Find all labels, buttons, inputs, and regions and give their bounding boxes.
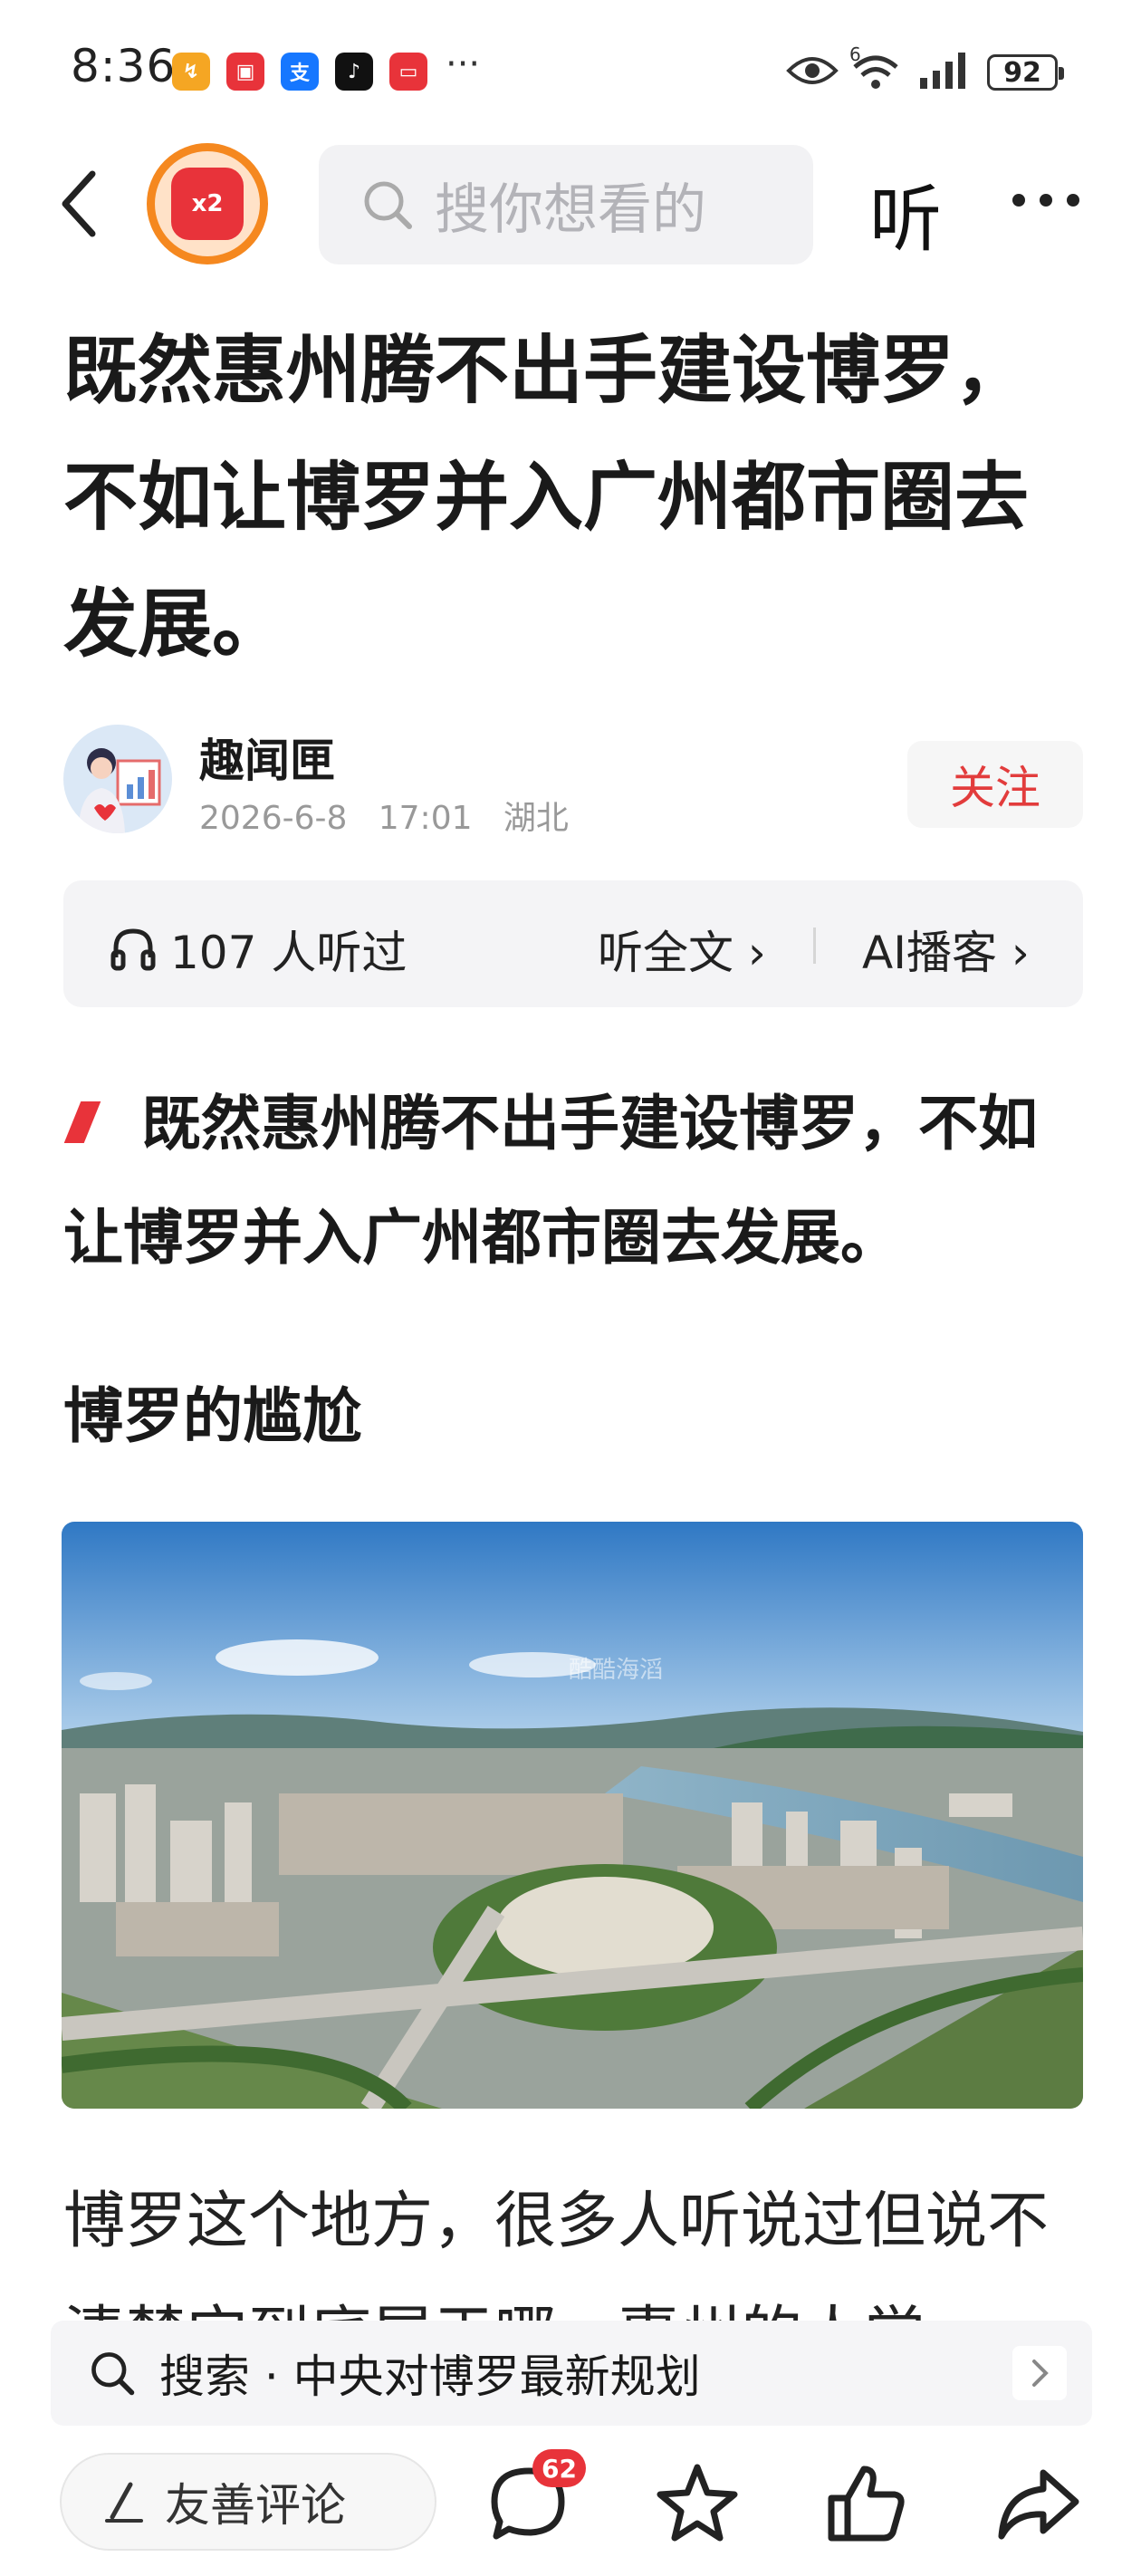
network-type: 6: [849, 43, 861, 65]
search-icon: [91, 2352, 135, 2396]
follow-button[interactable]: 关注: [907, 741, 1083, 828]
article-lead: 既然惠州腾不出手建设博罗，不如让博罗并入广州都市圈去发展。: [63, 1067, 1087, 1295]
tiktok-app-icon: ♪: [335, 53, 373, 91]
listen-count-text: 107 人听过: [170, 927, 408, 979]
quote-slash-icon: [63, 1101, 101, 1143]
search-suggestion-label: 搜索 · 中央对博罗最新规划: [159, 2350, 701, 2403]
section-heading: 博罗的尴尬: [63, 1381, 362, 1451]
share-icon[interactable]: [992, 2458, 1083, 2549]
eye-icon: [786, 57, 839, 84]
article-meta: 2026-6-8 17:01 湖北: [199, 792, 569, 839]
chevron-right-icon: ›: [996, 927, 1030, 979]
publish-date: 2026-6-8: [199, 800, 348, 837]
listen-full-button[interactable]: 听全文 ›: [598, 917, 766, 982]
more-options-icon[interactable]: [1012, 194, 1079, 207]
article-image[interactable]: 酷酷海滔: [62, 1522, 1083, 2109]
thumbs-up-icon[interactable]: [820, 2458, 911, 2549]
headphones-icon: [110, 928, 156, 971]
back-icon[interactable]: [54, 163, 109, 245]
listen-button[interactable]: 听: [869, 161, 942, 266]
ai-podcast-button[interactable]: AI播客 ›: [862, 917, 1030, 982]
deal-app-icon: ↯: [172, 53, 210, 91]
more-notifications-icon: ···: [446, 43, 481, 85]
article-title: 既然惠州腾不出手建设博罗，不如让博罗并入广州都市圈去发展。: [63, 328, 1030, 668]
comment-input[interactable]: 友善评论: [60, 2453, 436, 2551]
chevron-right-icon: [1012, 2346, 1067, 2400]
search-icon: [364, 181, 412, 229]
image-watermark: 酷酷海滔: [569, 1657, 663, 1684]
search-suggestion[interactable]: 搜索 · 中央对博罗最新规划: [51, 2321, 1092, 2426]
signal-icon: [920, 53, 965, 89]
listen-bar: 107 人听过 听全文 › AI播客 ›: [63, 880, 1083, 1007]
video-app-icon: ▭: [389, 53, 427, 91]
red-packet-button[interactable]: x2: [147, 143, 268, 264]
status-time: 8:36: [71, 40, 177, 92]
pen-icon: [105, 2482, 143, 2523]
listen-full-label: 听全文: [598, 927, 734, 979]
divider: [813, 928, 816, 964]
status-bar: 8:36 ↯ ▣ 支 ♪ ▭ ··· 6 92: [0, 0, 1141, 136]
publish-time: 17:01: [378, 800, 473, 837]
huawei-app-icon: ▣: [226, 53, 264, 91]
author-name[interactable]: 趣闻匣: [199, 725, 335, 790]
chevron-right-icon: ›: [734, 927, 766, 979]
battery-indicator: 92: [987, 54, 1064, 91]
search-input[interactable]: 搜你想看的: [319, 145, 813, 264]
author-avatar[interactable]: [63, 725, 172, 833]
alipay-app-icon: 支: [281, 53, 319, 91]
comment-count-badge: 62: [532, 2449, 586, 2487]
star-icon[interactable]: [652, 2458, 743, 2549]
listen-count: 107 人听过: [109, 917, 407, 982]
comment-placeholder: 友善评论: [165, 2479, 346, 2532]
lead-text: 既然惠州腾不出手建设博罗，不如让博罗并入广州都市圈去发展。: [63, 1089, 1038, 1273]
search-placeholder: 搜你想看的: [435, 178, 706, 242]
ai-podcast-label: AI播客: [862, 927, 997, 979]
publish-location: 湖北: [503, 800, 569, 837]
red-packet-label: x2: [171, 168, 244, 240]
